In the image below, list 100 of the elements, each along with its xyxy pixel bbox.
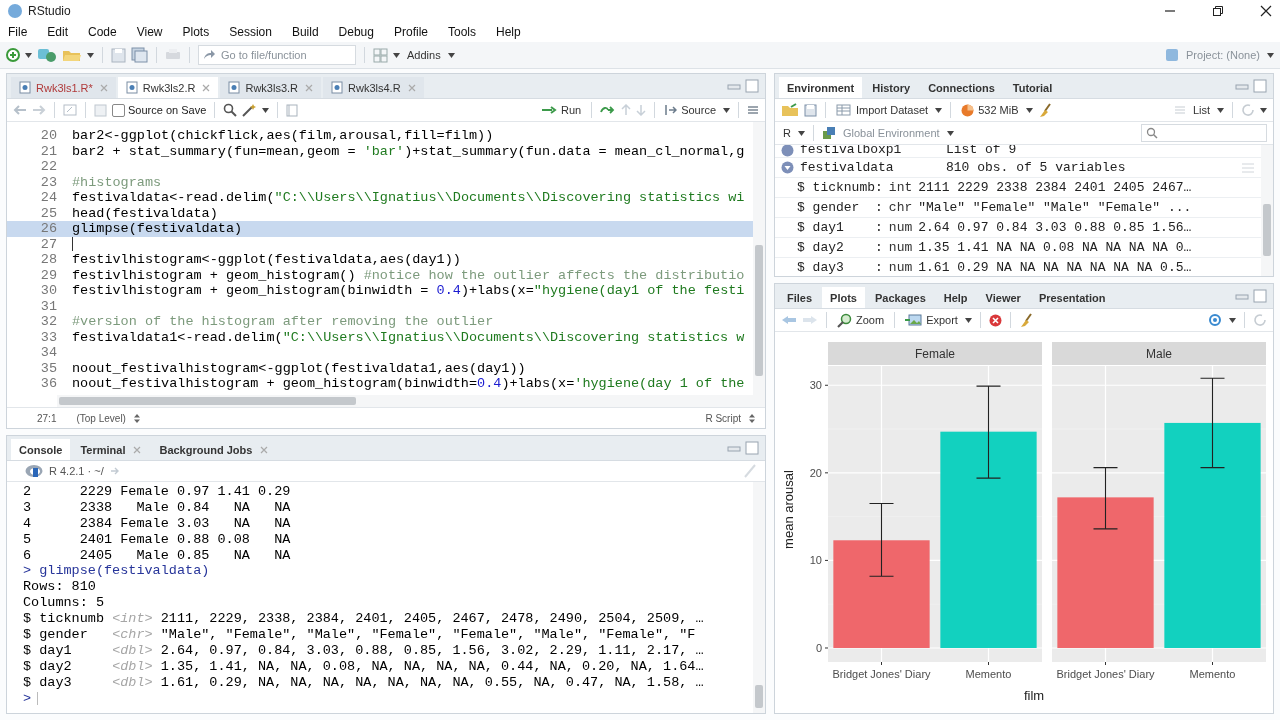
run-button[interactable]: Run	[539, 104, 584, 116]
caret-icon[interactable]	[723, 107, 730, 113]
menu-item[interactable]: Profile	[393, 25, 428, 39]
caret-icon[interactable]	[1260, 107, 1267, 113]
caret-icon[interactable]	[447, 52, 455, 58]
show-in-window-icon[interactable]	[63, 104, 77, 116]
caret-icon[interactable]	[946, 130, 954, 136]
menu-item[interactable]: Debug	[338, 25, 374, 39]
expand-toggle-icon[interactable]	[781, 161, 794, 174]
refresh-icon[interactable]	[1241, 103, 1255, 117]
object-icon[interactable]	[781, 145, 794, 157]
caret-icon[interactable]	[964, 317, 972, 323]
forward-arrow-icon[interactable]	[802, 315, 818, 325]
broom-icon[interactable]	[1018, 312, 1033, 328]
search-field[interactable]	[1141, 124, 1267, 142]
minimize-pane-icon[interactable]	[727, 82, 741, 90]
save-icon[interactable]	[111, 47, 126, 63]
menu-item[interactable]: Session	[229, 25, 272, 39]
pane-tab[interactable]: Environment	[779, 77, 863, 98]
view-dropdown[interactable]: List	[1190, 104, 1212, 116]
search-icon[interactable]	[223, 103, 238, 117]
file-type-dropdown[interactable]: R Script	[703, 412, 757, 424]
project-icon[interactable]	[1165, 48, 1179, 62]
save-icon[interactable]	[94, 103, 107, 117]
new-project-icon[interactable]	[37, 47, 57, 63]
menu-item[interactable]: Build	[291, 25, 319, 39]
grid-icon[interactable]	[373, 47, 388, 63]
scrollbar[interactable]	[753, 122, 765, 395]
pane-tab[interactable]: Viewer	[977, 287, 1029, 308]
scrollbar[interactable]	[57, 395, 765, 407]
menu-item[interactable]: View	[136, 25, 163, 39]
down-arrow-icon[interactable]	[636, 104, 647, 116]
menu-item[interactable]: Help	[496, 25, 521, 39]
caret-icon[interactable]	[1229, 317, 1236, 323]
refresh-icon[interactable]	[1253, 313, 1267, 327]
go-to-file-field[interactable]: Go to file/function	[198, 45, 356, 65]
scope-dropdown[interactable]: (Top Level)	[74, 412, 142, 424]
file-tab[interactable]: Rwk3ls4.R	[323, 77, 424, 98]
caret-icon[interactable]	[935, 107, 943, 113]
addins-button[interactable]: Addins	[405, 49, 443, 61]
caret-icon[interactable]	[262, 107, 270, 113]
source-on-save-label[interactable]: Source on Save	[128, 104, 207, 116]
caret-icon[interactable]	[1267, 52, 1274, 58]
caret-icon[interactable]	[393, 52, 400, 58]
file-tab[interactable]: Rwk3ls1.R*	[11, 77, 116, 98]
pane-tab[interactable]: Connections	[920, 77, 1003, 98]
up-arrow-icon[interactable]	[621, 104, 632, 116]
restore-icon[interactable]	[1212, 5, 1224, 17]
menu-item[interactable]: Edit	[47, 25, 69, 39]
grid-view-icon[interactable]	[1241, 161, 1255, 174]
wand-icon[interactable]	[242, 103, 258, 117]
pane-tab[interactable]: Presentation	[1030, 287, 1114, 308]
rerun-icon[interactable]	[600, 105, 617, 115]
language-dropdown[interactable]: R	[781, 127, 793, 139]
close-icon[interactable]	[1260, 5, 1272, 17]
source-button[interactable]: Source	[663, 104, 718, 116]
menu-item[interactable]: File	[8, 25, 28, 39]
minimize-pane-icon[interactable]	[1235, 82, 1249, 90]
back-arrow-icon[interactable]	[13, 105, 27, 115]
caret-icon[interactable]	[87, 52, 94, 58]
scrollbar[interactable]	[1261, 145, 1273, 276]
open-folder-icon[interactable]	[781, 103, 799, 117]
new-file-icon[interactable]	[6, 48, 20, 62]
maximize-pane-icon[interactable]	[745, 441, 759, 455]
file-tab[interactable]: Rwk3ls3.R	[220, 77, 321, 98]
outline-icon[interactable]	[286, 103, 299, 117]
save-all-icon[interactable]	[131, 47, 148, 63]
pane-tab[interactable]: Files	[779, 287, 821, 308]
pane-tab[interactable]: Tutorial	[1004, 77, 1061, 98]
export-button[interactable]: Export	[903, 313, 960, 327]
back-arrow-icon[interactable]	[781, 315, 797, 325]
caret-icon[interactable]	[25, 52, 32, 58]
zoom-button[interactable]: Zoom	[835, 312, 887, 328]
save-icon[interactable]	[804, 103, 817, 117]
maximize-pane-icon[interactable]	[745, 79, 759, 93]
pane-tab[interactable]: History	[864, 77, 919, 98]
pane-tab[interactable]: Packages	[867, 287, 934, 308]
scrollbar[interactable]	[753, 482, 765, 713]
pane-tab[interactable]: Background Jobs	[151, 439, 277, 460]
memory-usage-button[interactable]: 532 MiB	[959, 103, 1021, 117]
pane-tab[interactable]: Terminal	[72, 439, 150, 460]
remove-plot-icon[interactable]	[988, 313, 1002, 327]
caret-icon[interactable]	[1217, 107, 1224, 113]
source-on-save-checkbox[interactable]	[112, 103, 125, 117]
go-to-directory-icon[interactable]	[109, 467, 120, 475]
minimize-pane-icon[interactable]	[727, 444, 741, 452]
maximize-pane-icon[interactable]	[1253, 79, 1267, 93]
minimize-pane-icon[interactable]	[1235, 292, 1249, 300]
menu-item[interactable]: Tools	[448, 25, 476, 39]
menu-icon[interactable]	[747, 105, 759, 115]
maximize-pane-icon[interactable]	[1253, 289, 1267, 303]
pane-tab[interactable]: Help	[935, 287, 976, 308]
menu-item[interactable]: Code	[88, 25, 117, 39]
clear-console-icon[interactable]	[743, 464, 757, 478]
pane-tab[interactable]: Plots	[822, 287, 865, 308]
publish-icon[interactable]	[1206, 313, 1224, 327]
import-dataset-button[interactable]: Import Dataset	[834, 104, 931, 116]
forward-arrow-icon[interactable]	[32, 105, 46, 115]
menu-item[interactable]: Plots	[182, 25, 210, 39]
caret-icon[interactable]	[1025, 107, 1033, 113]
